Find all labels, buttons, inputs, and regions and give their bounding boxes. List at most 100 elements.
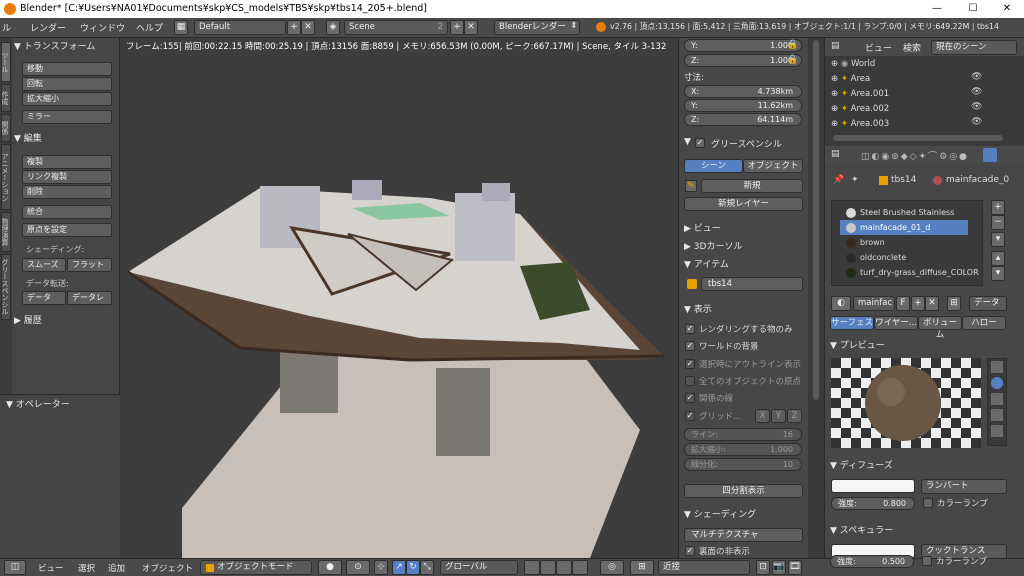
tab-halo[interactable]: ハロー <box>962 316 1006 330</box>
eye-icon[interactable]: 👁 <box>971 87 982 97</box>
operator-panel-header[interactable]: ▼ オペレーター <box>6 398 110 412</box>
tab-relations[interactable]: 関係 <box>1 114 11 142</box>
tab-grease-pencil[interactable]: グリースペンシル <box>1 254 11 320</box>
tab-physics[interactable]: 物理演算 <box>1 212 11 252</box>
add-material-button[interactable]: + <box>911 296 925 311</box>
minimize-button[interactable]: — <box>920 0 954 18</box>
only-render-checkbox[interactable]: ✓ <box>685 324 695 334</box>
tab-animation[interactable]: アニメーション <box>1 144 11 210</box>
pivot-point-select[interactable]: ⊙ <box>346 560 370 575</box>
scene-field[interactable]: Scene 2 <box>344 20 448 35</box>
add-slot-button[interactable]: + <box>991 200 1005 215</box>
set-origin-select[interactable]: 原点を設定 <box>22 223 112 237</box>
material-name-field[interactable]: mainfac <box>853 296 895 311</box>
display-mode-select[interactable]: 現在のシーン <box>931 40 1017 55</box>
layer-button[interactable] <box>572 560 588 575</box>
diffuse-intensity-field[interactable]: 強度: 0.800 <box>831 497 915 510</box>
grid-scale-field[interactable]: 拡大縮小: 1.000 <box>684 443 802 456</box>
diffuse-ramp-checkbox[interactable] <box>923 498 933 508</box>
menu-view[interactable]: ビュー <box>38 562 64 574</box>
3d-viewport[interactable]: フレーム:155| 前回:00:22.15 時間:00:25.19 | 頂点:1… <box>120 38 678 558</box>
material-slot[interactable]: Steel Brushed Stainless <box>840 205 968 220</box>
tab-tools[interactable]: ツール <box>1 42 11 82</box>
data-transfer-button[interactable]: データ <box>22 291 66 305</box>
menu-render[interactable]: レンダー <box>30 21 66 34</box>
flat-button[interactable]: フラット <box>67 258 112 272</box>
preview-sphere-button[interactable] <box>991 377 1003 389</box>
diffuse-panel-header[interactable]: ▼ ディフューズ <box>830 458 950 471</box>
outliner-row-world[interactable]: ⊕ ◉ World <box>825 57 1010 72</box>
menu-select[interactable]: 選択 <box>78 562 95 574</box>
move-up-button[interactable]: ▴ <box>991 251 1005 266</box>
specular-ramp-checkbox[interactable] <box>922 556 932 566</box>
tab-volume[interactable]: ボリューム <box>918 316 962 340</box>
lock-icon[interactable]: 🔒 <box>787 40 798 50</box>
layer-button[interactable] <box>540 560 556 575</box>
lock-icon[interactable]: 🔒 <box>787 55 798 65</box>
layer-button[interactable] <box>556 560 572 575</box>
menu-help[interactable]: ヘルプ <box>136 21 163 34</box>
translate-manipulator[interactable]: ↗ <box>392 560 406 575</box>
outliner-hscrollbar[interactable] <box>833 135 1003 141</box>
scale-y-field[interactable]: Y: 1.000 <box>684 39 802 52</box>
breadcrumb-material[interactable]: mainfacade_0 <box>946 175 1009 185</box>
menu-add[interactable]: 追加 <box>108 562 125 574</box>
snap-icon[interactable]: ⊞ <box>630 560 654 575</box>
preview-cube-button[interactable] <box>991 393 1003 405</box>
add-scene-button[interactable]: + <box>450 20 464 35</box>
material-slot[interactable]: oldconclete <box>840 250 968 265</box>
tab-wire[interactable]: ワイヤー... <box>874 316 918 330</box>
duplicate-button[interactable]: 複製 <box>22 155 112 169</box>
add-layout-button[interactable]: + <box>287 20 301 35</box>
all-origins-checkbox[interactable] <box>685 376 695 386</box>
rotate-manipulator[interactable]: ↻ <box>406 560 420 575</box>
view-panel-header[interactable]: ▶ ビュー <box>684 221 804 234</box>
remove-scene-button[interactable]: ✕ <box>464 20 478 35</box>
material-browse-icon[interactable]: ◐ <box>831 296 851 311</box>
dimension-z-field[interactable]: Z: 64.114m <box>684 113 802 126</box>
layout-icon[interactable]: ▦ <box>174 20 188 35</box>
shading-panel-header[interactable]: ▼ シェーディング <box>684 507 804 520</box>
history-panel-header[interactable]: ▶ 履歴 <box>14 314 118 328</box>
tab-scene[interactable]: シーン <box>684 159 743 173</box>
quad-view-button[interactable]: 四分割表示 <box>684 484 803 498</box>
mirror-button[interactable]: ミラー <box>22 110 112 124</box>
delete-button[interactable]: 削除 <box>22 185 112 199</box>
editor-type-icon[interactable]: ◫ <box>4 560 26 575</box>
maximize-button[interactable]: ☐ <box>956 0 990 18</box>
preview-monkey-button[interactable] <box>991 409 1003 421</box>
dimension-x-field[interactable]: X: 4.738km <box>684 85 802 98</box>
material-slot[interactable]: brown <box>840 235 968 250</box>
snap-target-icon[interactable]: ⊡ <box>756 560 770 575</box>
layout-field[interactable]: Default <box>194 20 286 35</box>
move-down-button[interactable]: ▾ <box>991 266 1005 281</box>
menu-object[interactable]: オブジェクト <box>142 562 193 574</box>
edit-panel-header[interactable]: ▼ 編集 <box>14 132 118 146</box>
3d-cursor-panel-header[interactable]: ▶ 3Dカーソル <box>684 239 804 252</box>
remove-slot-button[interactable]: − <box>991 215 1005 230</box>
context-tabs[interactable]: ◫◐◉⊚◆◇✦⌒⚙◎● <box>861 149 969 162</box>
preview-hair-button[interactable] <box>991 425 1003 437</box>
tab-object[interactable]: オブジェクト <box>743 159 803 173</box>
unlink-material-button[interactable]: ✕ <box>925 296 939 311</box>
join-button[interactable]: 統合 <box>22 205 112 219</box>
eye-icon[interactable]: 👁 <box>971 117 982 127</box>
display-panel-header[interactable]: ▼ 表示 <box>684 302 804 315</box>
link-duplicate-button[interactable]: リンク複製 <box>22 170 112 184</box>
diffuse-shader-select[interactable]: ランバート <box>921 479 1007 494</box>
pencil-icon[interactable]: ✎ <box>685 180 697 192</box>
eye-icon[interactable]: 👁 <box>971 72 982 82</box>
new-button[interactable]: 新規 <box>701 179 803 193</box>
new-layer-button[interactable]: 新規レイヤー <box>684 197 803 211</box>
editor-type-icon[interactable]: ▤ <box>831 149 840 159</box>
fake-user-toggle[interactable]: F <box>896 296 910 311</box>
manipulator-toggle[interactable]: ⊹ <box>374 560 388 575</box>
smooth-button[interactable]: スムーズ <box>22 258 66 272</box>
tab-surface[interactable]: サーフェス <box>830 316 874 330</box>
outliner-view-menu[interactable]: ビュー <box>865 41 892 54</box>
specular-panel-header[interactable]: ▼ スペキュラー <box>830 523 950 536</box>
diffuse-color-swatch[interactable] <box>831 479 915 493</box>
tab-create[interactable]: 作成 <box>1 84 11 112</box>
scale-z-field[interactable]: Z: 1.000 <box>684 54 802 67</box>
scene-icon[interactable]: ◈ <box>326 20 340 35</box>
